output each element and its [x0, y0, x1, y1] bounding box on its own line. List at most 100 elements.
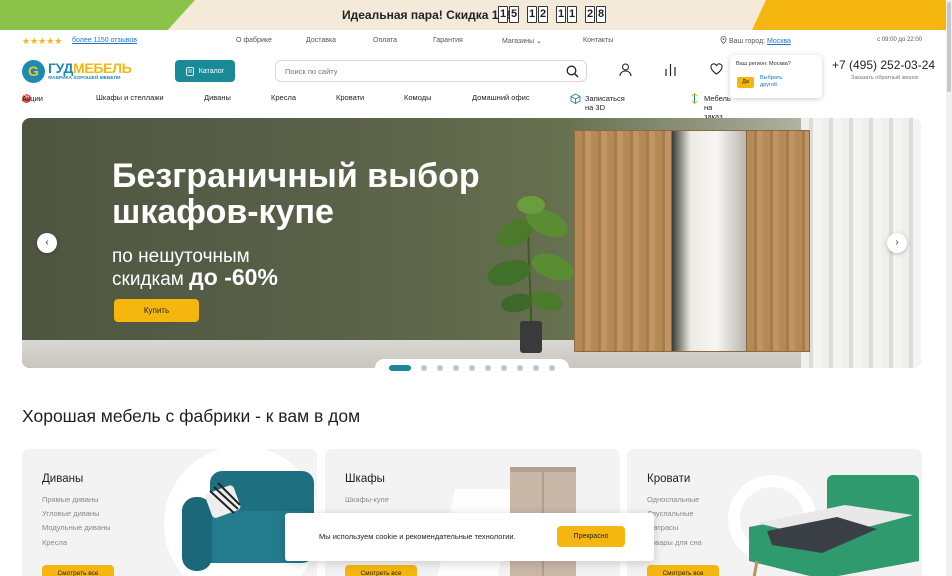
- chevron-down-icon: ⌄: [536, 38, 542, 45]
- catalog-label: Каталог: [198, 67, 225, 75]
- banner-buy-button[interactable]: Купить: [114, 299, 199, 322]
- slider-dot[interactable]: [421, 365, 427, 371]
- topnav-warranty[interactable]: Гарантия: [433, 37, 463, 44]
- timer-digit: 2: [585, 6, 595, 23]
- promo-bar[interactable]: Идеальная пара! Скидка 10% 1 5 1 2 1 1 2…: [0, 0, 952, 30]
- card-see-all-button[interactable]: Смотреть все: [345, 565, 417, 576]
- card-title: Шкафы: [345, 473, 385, 485]
- search-bar: [275, 60, 587, 82]
- topnav-payment[interactable]: Оплата: [373, 37, 397, 44]
- page-scrollbar[interactable]: [946, 0, 952, 576]
- slider-dot[interactable]: [389, 365, 411, 371]
- topnav-delivery[interactable]: Доставка: [306, 37, 336, 44]
- banner-subtitle: по нешуточным скидкам до -60%: [112, 246, 278, 290]
- card-links: Односпальные Двуспальные Матрасы Товары …: [647, 495, 702, 552]
- timer-digit: 1: [556, 6, 566, 23]
- timer-digit: 5: [509, 6, 519, 23]
- nav-sofas[interactable]: Диваны: [204, 93, 231, 102]
- catalog-button[interactable]: Каталог: [175, 60, 235, 82]
- nav-dressers[interactable]: Комоды: [404, 93, 431, 102]
- compare-icon[interactable]: [664, 63, 677, 77]
- category-card-beds[interactable]: Кровати Односпальные Двуспальные Матрасы…: [627, 449, 922, 576]
- info-bar: ★★★★★ более 1150 отзывов О фабрике Доста…: [0, 31, 952, 51]
- timer-digit: 8: [596, 6, 606, 23]
- card-title: Кровати: [647, 473, 691, 485]
- card-see-all-button[interactable]: Смотреть все: [42, 565, 114, 576]
- category-card-sofas[interactable]: Диваны Прямые диваны Угловые диваны Моду…: [22, 449, 317, 576]
- topnav-contacts[interactable]: Контакты: [583, 37, 613, 44]
- region-choose-other-link[interactable]: Выбрать другой: [760, 75, 782, 89]
- banner-title: Безграничный выбор шкафов-купе: [112, 157, 480, 231]
- card-link[interactable]: Угловые диваны: [42, 509, 111, 518]
- card-link[interactable]: Односпальные: [647, 495, 702, 504]
- slider-dot[interactable]: [517, 365, 523, 371]
- bed-image: [728, 475, 919, 576]
- search-input[interactable]: [276, 61, 546, 82]
- banner-prev-arrow-icon[interactable]: ‹: [37, 233, 57, 253]
- nav-sale-label: Акции: [22, 94, 43, 103]
- slider-dot[interactable]: [485, 365, 491, 371]
- phone-number[interactable]: +7 (495) 252-03-24: [832, 58, 935, 72]
- slider-dot[interactable]: [437, 365, 443, 371]
- cookie-message: Мы используем cookie и рекомендательные …: [319, 532, 516, 541]
- logo-mark-icon: G: [22, 60, 45, 83]
- slider-dot[interactable]: [533, 365, 539, 371]
- promo-green-stripe: [0, 0, 195, 30]
- nav-record-3d[interactable]: Записаться на 3D: [570, 93, 625, 112]
- scrollbar-thumb[interactable]: [947, 2, 951, 92]
- timer-digit: 2: [538, 6, 548, 23]
- card-link[interactable]: Матрасы: [647, 523, 702, 532]
- card-link[interactable]: Кресла: [42, 538, 111, 547]
- region-yes-button[interactable]: Да: [737, 77, 754, 88]
- card-links: Прямые диваны Угловые диваны Модульные д…: [42, 495, 111, 552]
- hero-banner[interactable]: Безграничный выбор шкафов-купе по нешуточ…: [22, 118, 921, 368]
- cube-3d-icon: [570, 93, 581, 105]
- logo-tagline: ФАБРИКА ХОРОШЕЙ МЕБЕЛИ: [48, 76, 121, 81]
- card-title: Диваны: [42, 473, 84, 485]
- card-links: Шкафы-купе: [345, 495, 389, 509]
- logo-name: ГУДМЕБЕЛЬ: [48, 60, 132, 76]
- search-icon[interactable]: [566, 65, 579, 78]
- timer-digit: 1: [498, 6, 508, 23]
- slider-dot[interactable]: [549, 365, 555, 371]
- slider-dot[interactable]: [453, 365, 459, 371]
- working-hours: с 09:00 до 22:00: [877, 37, 922, 43]
- nav-beds[interactable]: Кровати: [336, 93, 364, 102]
- promo-yellow-stripe: [752, 0, 952, 30]
- nav-home-office[interactable]: Домашний офис: [472, 93, 530, 102]
- promo-timer: 1 5 1 2 1 1 2 8: [498, 6, 607, 23]
- reviews-link[interactable]: более 1150 отзывов: [72, 37, 137, 44]
- nav-custom-label: Мебель на заказ: [704, 94, 731, 121]
- card-link[interactable]: Товары для сна: [647, 538, 702, 547]
- rating-stars: ★★★★★: [22, 36, 63, 46]
- callback-link[interactable]: Заказать обратный звонок: [851, 75, 919, 81]
- promo-text: Идеальная пара! Скидка 10%: [342, 8, 516, 22]
- nav-custom-furniture[interactable]: Мебель на заказ: [690, 92, 731, 121]
- banner-next-arrow-icon[interactable]: ›: [887, 233, 907, 253]
- card-link[interactable]: Модульные диваны: [42, 523, 111, 532]
- slider-dot[interactable]: [501, 365, 507, 371]
- ruler-arrows-icon: [691, 92, 698, 105]
- card-link[interactable]: Прямые диваны: [42, 495, 111, 504]
- profile-icon[interactable]: [619, 63, 632, 77]
- nav-wardrobes[interactable]: Шкафы и стеллажи: [96, 93, 164, 102]
- card-link[interactable]: Шкафы-купе: [345, 495, 389, 504]
- region-question: Ваш регион: Москва?: [736, 61, 791, 67]
- card-link[interactable]: Двуспальные: [647, 509, 702, 518]
- slider-dot[interactable]: [469, 365, 475, 371]
- wardrobe-illustration: [574, 130, 810, 352]
- slider-pagination: [375, 359, 569, 377]
- topnav-about[interactable]: О фабрике: [236, 37, 272, 44]
- region-selector[interactable]: Ваш город: Москва: [720, 36, 791, 45]
- timer-digit: 1: [567, 6, 577, 23]
- region-label: Ваш город:: [728, 38, 766, 45]
- card-see-all-button[interactable]: Смотреть все: [647, 565, 719, 576]
- site-logo[interactable]: G ГУДМЕБЕЛЬ ФАБРИКА ХОРОШЕЙ МЕБЕЛИ: [22, 60, 132, 84]
- timer-digit: 1: [527, 6, 537, 23]
- favorites-heart-icon[interactable]: [710, 63, 723, 75]
- topnav-stores[interactable]: Магазины ⌄: [502, 37, 542, 45]
- cookie-accept-button[interactable]: Прекрасно: [557, 526, 625, 547]
- nav-armchairs[interactable]: Кресла: [271, 93, 296, 102]
- section-title: Хорошая мебель с фабрики - к вам в дом: [22, 406, 361, 426]
- region-city[interactable]: Москва: [767, 38, 791, 45]
